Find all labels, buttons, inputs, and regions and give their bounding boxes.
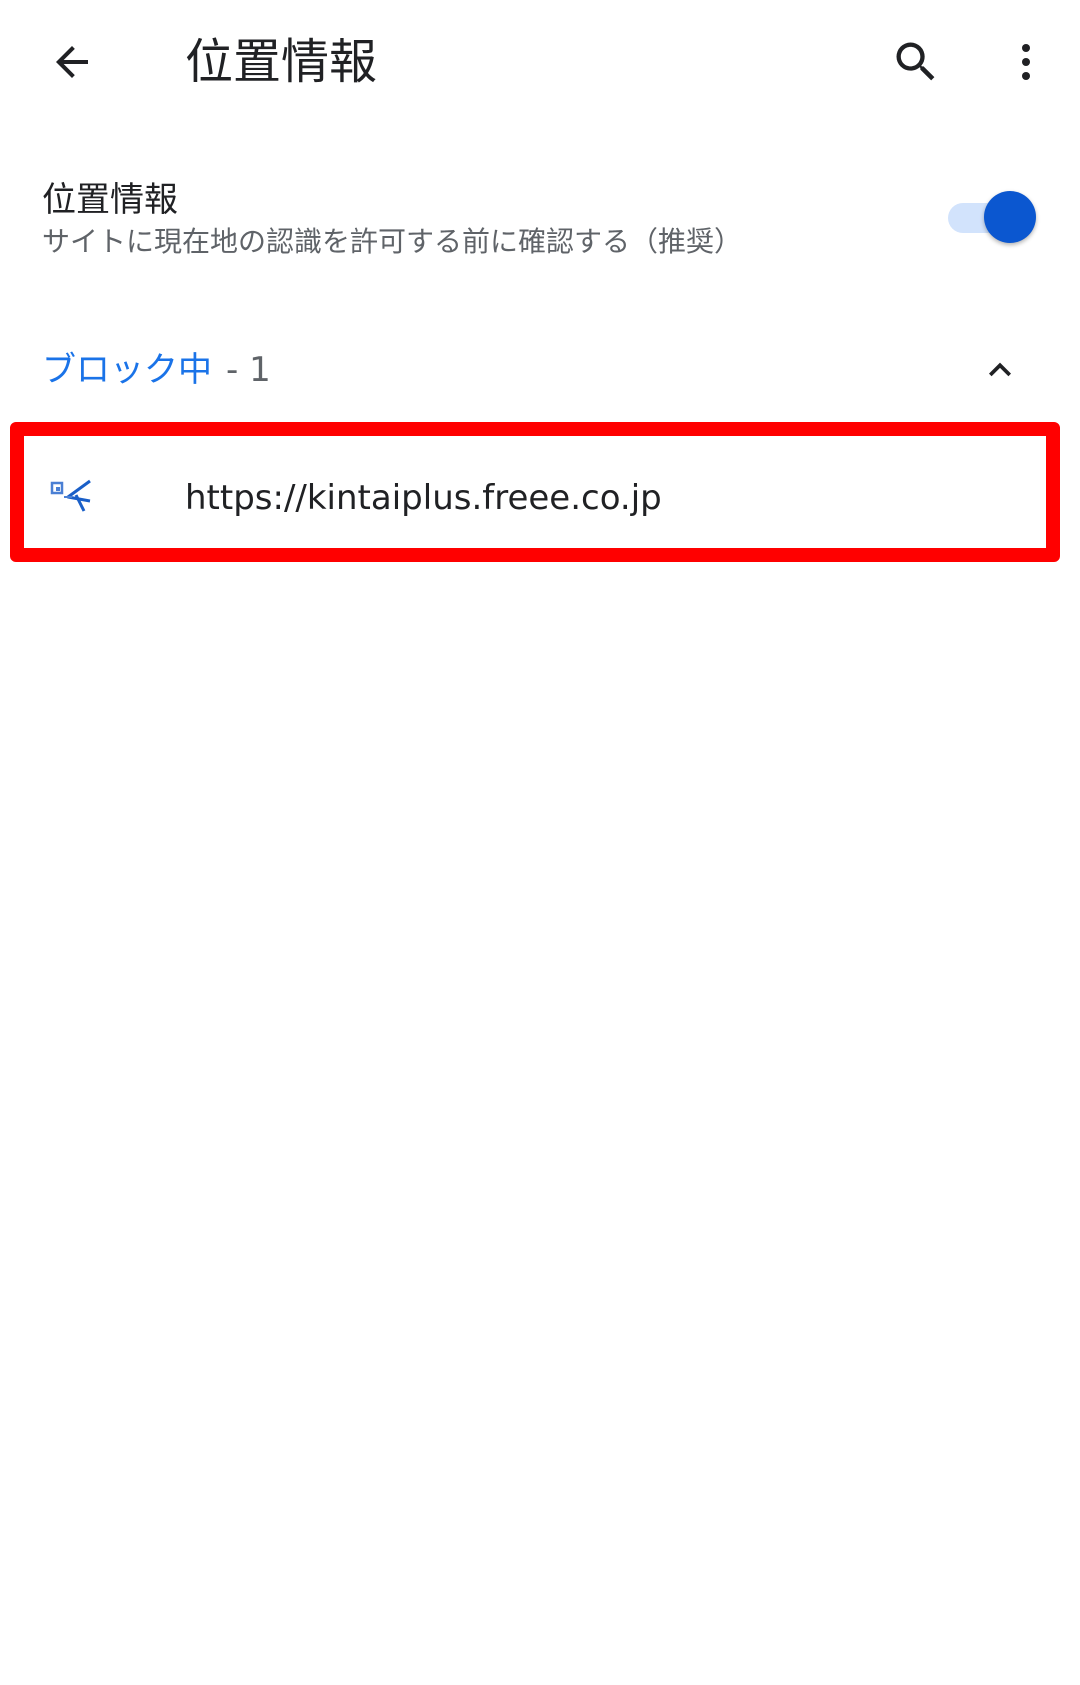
collapse-button[interactable] (970, 340, 1030, 400)
toggle-thumb (984, 191, 1036, 243)
page-title: 位置情報 (185, 34, 378, 90)
search-button[interactable] (880, 26, 952, 98)
location-setting-row[interactable]: 位置情報 サイトに現在地の認識を許可する前に確認する（推奨） (0, 160, 1080, 280)
blocked-section-label: ブロック中 (42, 350, 212, 390)
arrow-back-icon (56, 46, 88, 78)
back-button[interactable] (36, 26, 108, 98)
setting-title: 位置情報 (42, 180, 178, 220)
blocked-section-count: - 1 (226, 350, 271, 390)
app-bar: 位置情報 (0, 0, 1080, 124)
search-icon (896, 42, 935, 81)
highlight-annotation-box (10, 422, 1060, 562)
setting-summary: サイトに現在地の認識を許可する前に確認する（推奨） (42, 225, 743, 258)
blocked-section-header[interactable]: ブロック中 - 1 (0, 340, 1080, 400)
location-toggle-switch[interactable] (944, 188, 1036, 248)
more-vert-icon (1022, 44, 1030, 80)
more-options-button[interactable] (990, 26, 1062, 98)
chevron-up-icon (989, 362, 1011, 377)
